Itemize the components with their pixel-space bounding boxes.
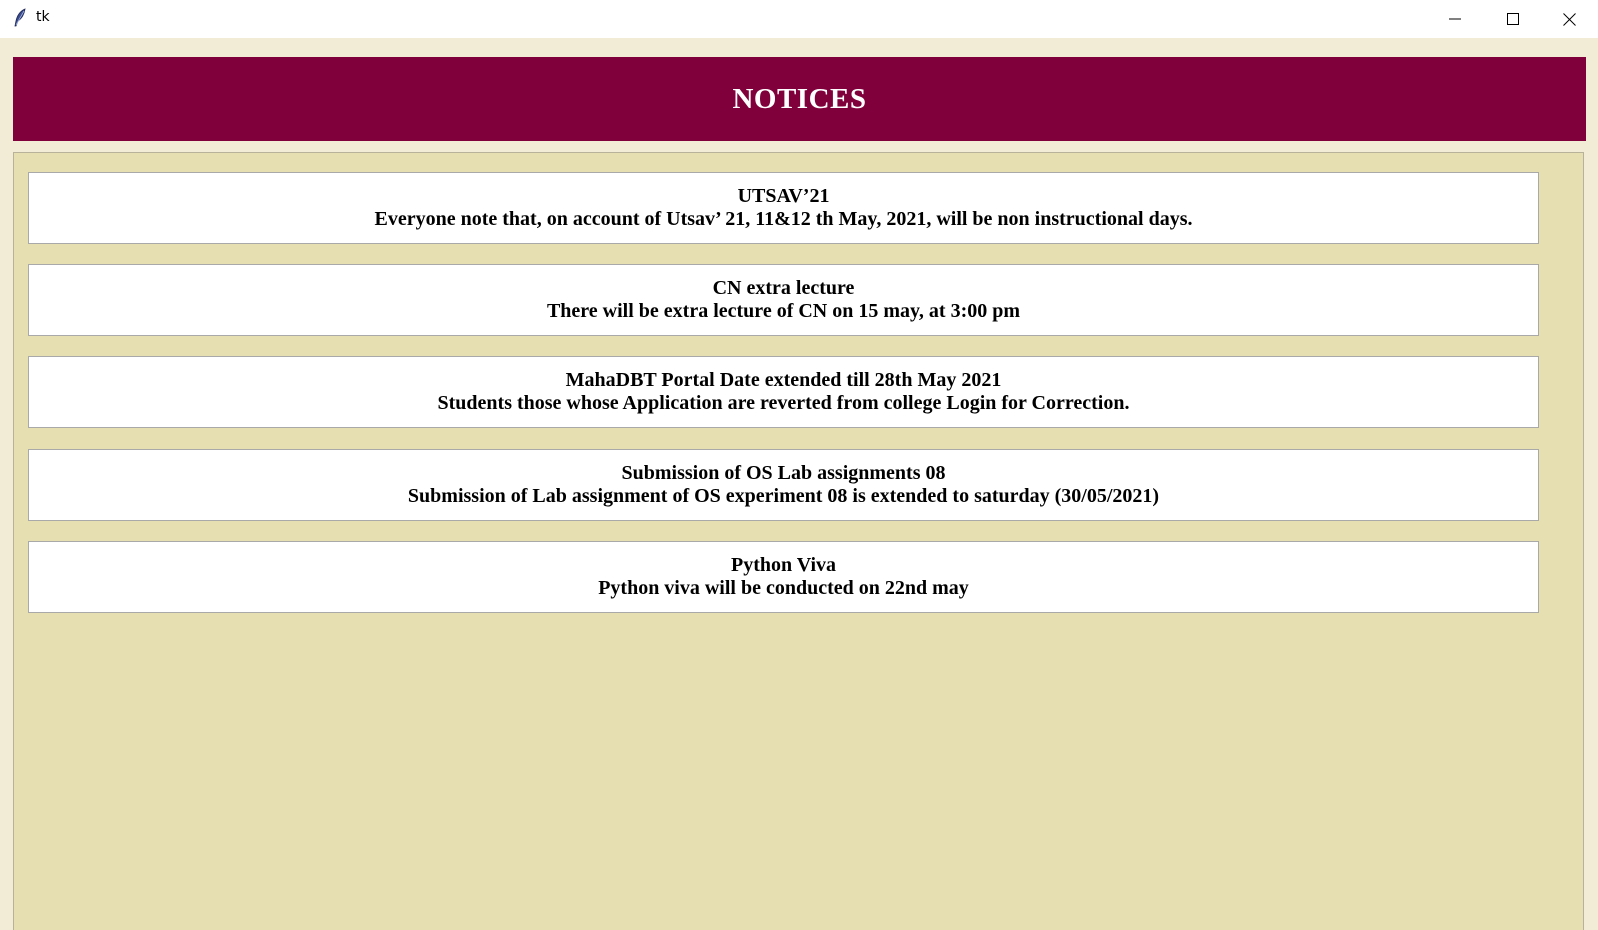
close-button[interactable] bbox=[1540, 0, 1598, 38]
notice-card: CN extra lecture There will be extra lec… bbox=[28, 264, 1539, 336]
minimize-button[interactable] bbox=[1426, 0, 1484, 38]
notice-card: Submission of OS Lab assignments 08 Subm… bbox=[28, 449, 1539, 521]
notice-body: Submission of Lab assignment of OS exper… bbox=[407, 485, 1160, 507]
notice-title: MahaDBT Portal Date extended till 28th M… bbox=[565, 369, 1002, 391]
window-title: tk bbox=[36, 9, 50, 25]
feather-icon bbox=[12, 8, 28, 28]
notice-title: CN extra lecture bbox=[712, 277, 855, 299]
notice-body: Students those whose Application are rev… bbox=[437, 392, 1130, 414]
app-window: tk NOTICES UTSAV’21 Everyone note that, … bbox=[0, 0, 1598, 930]
close-icon bbox=[1562, 12, 1576, 26]
title-bar[interactable]: tk bbox=[0, 0, 1598, 38]
notice-title: Python Viva bbox=[730, 554, 837, 576]
maximize-icon bbox=[1507, 13, 1519, 25]
minimize-icon bbox=[1449, 13, 1461, 25]
page-title: NOTICES bbox=[732, 82, 867, 115]
maximize-button[interactable] bbox=[1484, 0, 1542, 38]
notice-title: UTSAV’21 bbox=[737, 185, 830, 207]
notices-header: NOTICES bbox=[13, 57, 1586, 141]
notice-title: Submission of OS Lab assignments 08 bbox=[621, 462, 946, 484]
notice-card: UTSAV’21 Everyone note that, on account … bbox=[28, 172, 1539, 244]
notice-body: Python viva will be conducted on 22nd ma… bbox=[598, 577, 969, 599]
notice-body: There will be extra lecture of CN on 15 … bbox=[546, 300, 1021, 322]
notice-card: MahaDBT Portal Date extended till 28th M… bbox=[28, 356, 1539, 428]
notice-body: Everyone note that, on account of Utsav’… bbox=[374, 208, 1193, 230]
notice-card: Python Viva Python viva will be conducte… bbox=[28, 541, 1539, 613]
